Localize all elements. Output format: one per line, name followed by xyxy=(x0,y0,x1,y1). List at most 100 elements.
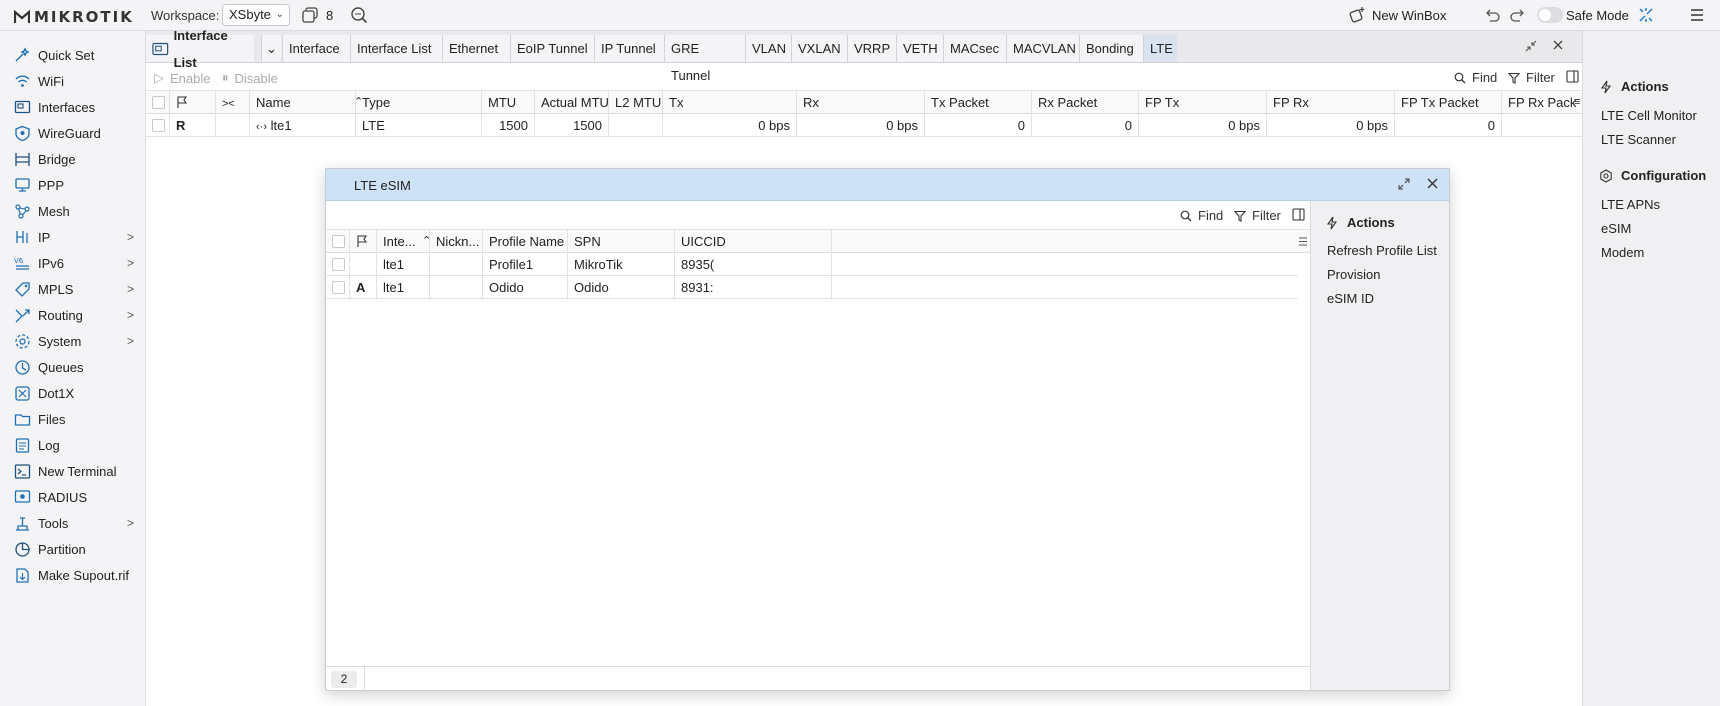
row-checkbox-cell[interactable] xyxy=(326,276,350,299)
tab-ethernet[interactable]: Ethernet xyxy=(442,35,510,62)
tab-vrrp[interactable]: VRRP xyxy=(847,35,896,62)
hamburger-menu-icon[interactable] xyxy=(1689,7,1705,23)
tab-ip-tunnel[interactable]: IP Tunnel xyxy=(594,35,664,62)
sidebar-item-wireguard[interactable]: WireGuard xyxy=(0,121,145,145)
sidebar-item-tools[interactable]: Tools > xyxy=(0,511,145,535)
disable-button[interactable]: ⏸ Disable xyxy=(222,70,278,86)
column-header-fp-rx[interactable]: FP Rx xyxy=(1267,91,1395,114)
window-title-tab[interactable]: Interface List xyxy=(146,28,254,70)
select-all-cell[interactable] xyxy=(146,91,170,114)
row-checkbox[interactable] xyxy=(152,119,165,132)
select-all-checkbox[interactable] xyxy=(332,235,345,248)
find-button[interactable]: Find xyxy=(1454,70,1497,85)
sidebar-item-queues[interactable]: Queues xyxy=(0,355,145,379)
sidebar-item-log[interactable]: Log xyxy=(0,433,145,457)
lte-apns-link[interactable]: LTE APNs xyxy=(1601,197,1660,212)
flag-column-header[interactable] xyxy=(350,230,377,253)
tab-interface-list[interactable]: Interface List xyxy=(350,35,442,62)
panel-toggle-icon[interactable] xyxy=(1566,70,1579,83)
safe-mode-icon[interactable] xyxy=(1637,6,1655,24)
column-header-actual-mtu[interactable]: Actual MTU xyxy=(535,91,609,114)
column-header-fp-tx-packet[interactable]: FP Tx Packet xyxy=(1395,91,1502,114)
new-winbox-button[interactable]: New WinBox xyxy=(1348,6,1446,24)
sidebar-item-routing[interactable]: Routing > xyxy=(0,303,145,327)
tab-bonding[interactable]: Bonding xyxy=(1079,35,1143,62)
column-header-rx-packet[interactable]: Rx Packet xyxy=(1032,91,1139,114)
esim-id-action[interactable]: eSIM ID xyxy=(1327,291,1374,306)
row-checkbox[interactable] xyxy=(332,281,345,294)
sidebar-item-quick-set[interactable]: Quick Set xyxy=(0,43,145,67)
column-header-type[interactable]: Type xyxy=(356,91,482,114)
sidebar-item-dot1x[interactable]: Dot1X xyxy=(0,381,145,405)
sidebar-item-mesh[interactable]: Mesh xyxy=(0,199,145,223)
sidebar-item-wifi[interactable]: WiFi xyxy=(0,69,145,93)
column-header-rx[interactable]: Rx xyxy=(797,91,925,114)
sidebar-item-ppp[interactable]: PPP xyxy=(0,173,145,197)
sidebar-item-interfaces[interactable]: Interfaces xyxy=(0,95,145,119)
sidebar-item-bridge[interactable]: Bridge xyxy=(0,147,145,171)
panel-toggle-icon[interactable] xyxy=(1292,208,1305,221)
provision-action[interactable]: Provision xyxy=(1327,267,1380,282)
enable-button[interactable]: ▷ Enable xyxy=(154,70,210,86)
column-header-nickn[interactable]: Nickn... xyxy=(430,230,483,253)
lte-cell-monitor-action[interactable]: LTE Cell Monitor xyxy=(1601,108,1697,123)
refresh-profile-list-action[interactable]: Refresh Profile List xyxy=(1327,243,1437,258)
undo-icon[interactable] xyxy=(1484,8,1500,22)
column-header-fp-tx[interactable]: FP Tx xyxy=(1139,91,1267,114)
close-icon[interactable] xyxy=(1426,177,1439,190)
column-header-l2-mtu[interactable]: L2 MTU xyxy=(609,91,663,114)
sidebar-item-partition[interactable]: Partition xyxy=(0,537,145,561)
column-menu-icon[interactable]: ≡ xyxy=(1574,91,1580,114)
close-icon[interactable] xyxy=(1552,39,1564,51)
sidebar-item-ip[interactable]: IP > xyxy=(0,225,145,249)
flag-column-header[interactable] xyxy=(170,91,216,114)
maximize-icon[interactable] xyxy=(1398,178,1410,190)
safe-mode-toggle[interactable] xyxy=(1537,7,1563,23)
column-header-uiccid[interactable]: UICCID xyxy=(675,230,832,253)
modem-link[interactable]: Modem xyxy=(1601,245,1644,260)
sidebar-item-system[interactable]: System > xyxy=(0,329,145,353)
minimize-icon[interactable] xyxy=(1525,40,1537,52)
select-all-checkbox[interactable] xyxy=(152,96,165,109)
row-checkbox-cell[interactable] xyxy=(146,114,170,137)
tab-vxlan[interactable]: VXLAN xyxy=(791,35,847,62)
redo-icon[interactable] xyxy=(1510,8,1526,22)
sidebar-item-files[interactable]: Files xyxy=(0,407,145,431)
filter-button[interactable]: Filter xyxy=(1508,70,1555,85)
sidebar-item-new-terminal[interactable]: New Terminal xyxy=(0,459,145,483)
tab-lte[interactable]: LTE xyxy=(1143,35,1177,62)
comment-column-header[interactable]: >< xyxy=(216,91,250,114)
column-header-profile-name[interactable]: Profile Name xyxy=(483,230,568,253)
tab-dropdown[interactable]: ⌄ xyxy=(261,35,281,62)
tab-macsec[interactable]: MACsec xyxy=(943,35,1006,62)
tab-interface[interactable]: Interface xyxy=(282,35,350,62)
dialog-title-bar[interactable]: LTE eSIM xyxy=(326,169,1449,201)
windows-icon[interactable] xyxy=(302,7,318,23)
tab-veth[interactable]: VETH xyxy=(896,35,943,62)
column-header-fp-rx-pack[interactable]: FP Rx Pack xyxy=(1502,91,1583,114)
column-header-name[interactable]: Name xyxy=(250,91,356,114)
select-all-cell[interactable] xyxy=(326,230,350,253)
sidebar-item-mpls[interactable]: MPLS > xyxy=(0,277,145,301)
tab-vlan[interactable]: VLAN xyxy=(745,35,791,62)
row-checkbox[interactable] xyxy=(332,258,345,271)
table-row[interactable]: R ‹·› lte1 LTE 1500 1500 0 bps 0 bps 0 0 0 bps 0 b… xyxy=(146,114,1583,137)
esim-link[interactable]: eSIM xyxy=(1601,221,1631,236)
column-header-spn[interactable]: SPN xyxy=(568,230,675,253)
table-row[interactable]: lte1 Profile1 MikroTik 8935( xyxy=(326,253,1298,276)
column-header-tx-packet[interactable]: Tx Packet xyxy=(925,91,1032,114)
sidebar-item-make-supout-rif[interactable]: Make Supout.rif xyxy=(0,563,145,587)
column-header-tx[interactable]: Tx xyxy=(663,91,797,114)
tab-eoip-tunnel[interactable]: EoIP Tunnel xyxy=(510,35,594,62)
dialog-find-button[interactable]: Find xyxy=(1180,208,1223,223)
column-header-mtu[interactable]: MTU xyxy=(482,91,535,114)
tab-gre-tunnel[interactable]: GRE Tunnel xyxy=(664,35,745,83)
table-row[interactable]: Alte1 Odido Odido 8931: xyxy=(326,276,1298,299)
sidebar-item-ipv6[interactable]: V6 IPv6 > xyxy=(0,251,145,275)
column-menu-icon[interactable] xyxy=(1299,237,1307,246)
dialog-filter-button[interactable]: Filter xyxy=(1234,208,1281,223)
lte-scanner-action[interactable]: LTE Scanner xyxy=(1601,132,1676,147)
sidebar-item-radius[interactable]: RADIUS xyxy=(0,485,145,509)
search-icon[interactable] xyxy=(350,6,368,24)
row-checkbox-cell[interactable] xyxy=(326,253,350,276)
